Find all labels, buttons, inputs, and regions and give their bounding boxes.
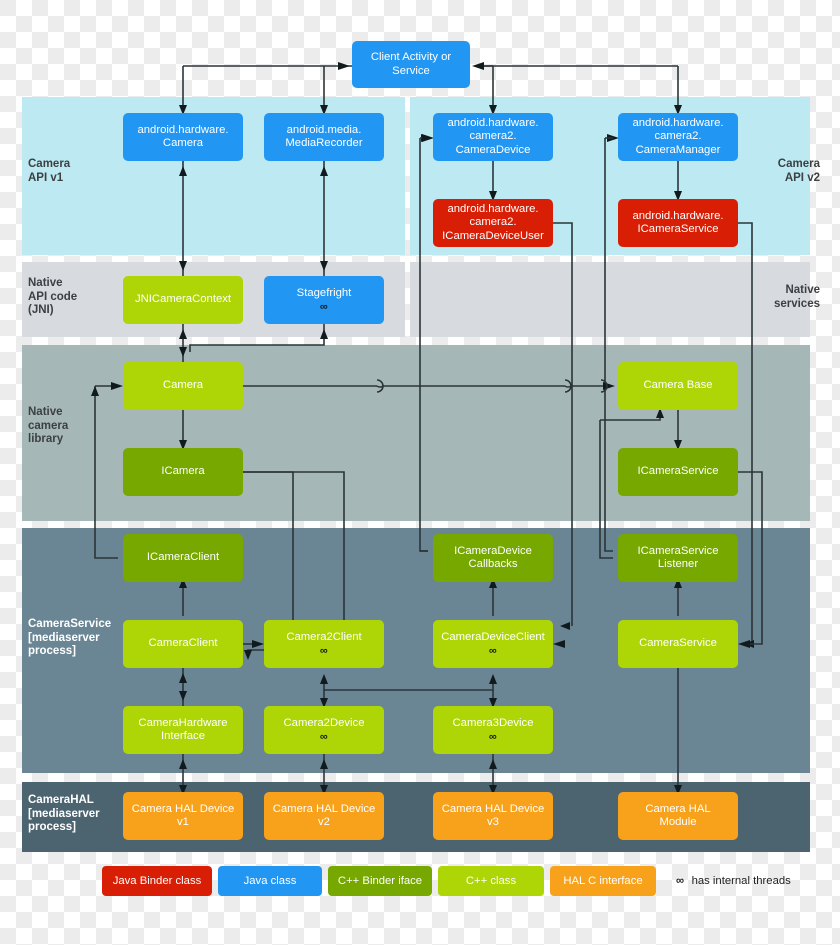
node-label: android.hardware. Camera xyxy=(137,123,229,149)
node-label: CameraService xyxy=(639,637,717,650)
node-label: ICameraClient xyxy=(146,551,220,564)
legend-chip-java-binder-class: Java Binder class xyxy=(102,866,212,896)
node-label: Camera xyxy=(162,379,204,392)
band-native-services xyxy=(410,262,810,337)
internal-threads-icon: ∞ xyxy=(319,301,329,314)
node-cameraclient[interactable]: CameraClient xyxy=(123,620,243,668)
node-android-hardware-camera[interactable]: android.hardware. Camera xyxy=(123,113,243,161)
node-label: Camera HAL Device v3 xyxy=(441,802,545,828)
legend-threads-note: ∞ has internal threads xyxy=(676,866,791,896)
band-label-native-api-code: Native API code (JNI) xyxy=(28,277,78,316)
node-label: Camera HAL Device v2 xyxy=(272,802,376,828)
node-label: ICameraService xyxy=(637,465,719,478)
node-label: JNICameraContext xyxy=(134,293,232,306)
node-camera[interactable]: Camera xyxy=(123,362,243,410)
node-camera-hal-device-v1[interactable]: Camera HAL Device v1 xyxy=(123,792,243,840)
node-label: CameraHardware Interface xyxy=(138,716,228,742)
node-icameradevicecallbacks[interactable]: ICameraDevice Callbacks xyxy=(433,534,553,582)
node-label: android.hardware. camera2. ICameraDevice… xyxy=(442,202,544,242)
internal-threads-icon: ∞ xyxy=(319,645,329,658)
node-icamera[interactable]: ICamera xyxy=(123,448,243,496)
legend-chip-java-class: Java class xyxy=(218,866,322,896)
band-label-camera-hal: CameraHAL [mediaserver process] xyxy=(28,794,100,833)
band-label-camera-service: CameraService [mediaserver process] xyxy=(28,618,112,657)
node-label: android.hardware. ICameraService xyxy=(632,209,724,235)
node-label: Client Activity or Service xyxy=(370,51,452,77)
node-label: ICameraDevice Callbacks xyxy=(454,544,532,570)
node-label: CameraDeviceClient xyxy=(441,630,545,643)
node-label: Camera HAL Module xyxy=(645,802,711,828)
node-camera-base[interactable]: Camera Base xyxy=(618,362,738,410)
node-label: Stagefright xyxy=(296,286,352,299)
node-label: ICameraService Listener xyxy=(637,544,719,570)
node-camera-hal-device-v3[interactable]: Camera HAL Device v3 xyxy=(433,792,553,840)
band-label-camera-api-v1: Camera API v1 xyxy=(28,158,71,184)
node-camerahardwareinterface[interactable]: CameraHardware Interface xyxy=(123,706,243,754)
node-stagefright[interactable]: Stagefright ∞ xyxy=(264,276,384,324)
node-icameraservice-java[interactable]: android.hardware. ICameraService xyxy=(618,199,738,247)
legend-chip-cpp-binder-iface: C++ Binder iface xyxy=(328,866,432,896)
node-label: Camera3Device xyxy=(452,716,534,729)
node-cameraservice[interactable]: CameraService xyxy=(618,620,738,668)
node-camera2device[interactable]: Camera2Device ∞ xyxy=(264,706,384,754)
node-icameraservice-native[interactable]: ICameraService xyxy=(618,448,738,496)
node-camera-hal-device-v2[interactable]: Camera HAL Device v2 xyxy=(264,792,384,840)
band-label-native-services: Native services xyxy=(773,284,820,310)
band-label-native-camera-library: Native camera library xyxy=(28,406,69,445)
node-label: android.hardware. camera2. CameraManager xyxy=(632,116,724,156)
legend: Java Binder class Java class C++ Binder if… xyxy=(0,866,840,910)
node-label: CameraClient xyxy=(148,637,218,650)
node-label: android.media. MediaRecorder xyxy=(285,123,363,149)
node-camera2client[interactable]: Camera2Client ∞ xyxy=(264,620,384,668)
node-label: android.hardware. camera2. CameraDevice xyxy=(447,116,539,156)
node-camera-hal-module[interactable]: Camera HAL Module xyxy=(618,792,738,840)
internal-threads-icon: ∞ xyxy=(488,731,498,744)
infinity-icon: ∞ xyxy=(676,875,685,887)
node-jnicameracontext[interactable]: JNICameraContext xyxy=(123,276,243,324)
node-label: Camera2Client xyxy=(286,630,362,643)
band-label-camera-api-v2: Camera API v2 xyxy=(777,158,820,184)
node-label: ICamera xyxy=(161,465,205,478)
legend-chip-cpp-class: C++ class xyxy=(438,866,544,896)
node-camera2-cameramanager[interactable]: android.hardware. camera2. CameraManager xyxy=(618,113,738,161)
legend-threads-text: has internal threads xyxy=(691,875,791,887)
node-android-media-mediarecorder[interactable]: android.media. MediaRecorder xyxy=(264,113,384,161)
legend-chip-hal-c-interface: HAL C interface xyxy=(550,866,656,896)
node-icameradeviceuser[interactable]: android.hardware. camera2. ICameraDevice… xyxy=(433,199,553,247)
node-label: Camera Base xyxy=(643,379,713,392)
node-icameraservicelistener[interactable]: ICameraService Listener xyxy=(618,534,738,582)
node-camera2-cameradevice[interactable]: android.hardware. camera2. CameraDevice xyxy=(433,113,553,161)
internal-threads-icon: ∞ xyxy=(319,731,329,744)
node-label: Camera HAL Device v1 xyxy=(131,802,235,828)
node-camera3device[interactable]: Camera3Device ∞ xyxy=(433,706,553,754)
internal-threads-icon: ∞ xyxy=(488,645,498,658)
node-icameraclient[interactable]: ICameraClient xyxy=(123,534,243,582)
node-cameradeviceclient[interactable]: CameraDeviceClient ∞ xyxy=(433,620,553,668)
node-client-activity[interactable]: Client Activity or Service xyxy=(352,41,470,88)
node-label: Camera2Device xyxy=(283,716,365,729)
architecture-diagram: Camera API v1 Camera API v2 Native API cod… xyxy=(0,0,840,945)
